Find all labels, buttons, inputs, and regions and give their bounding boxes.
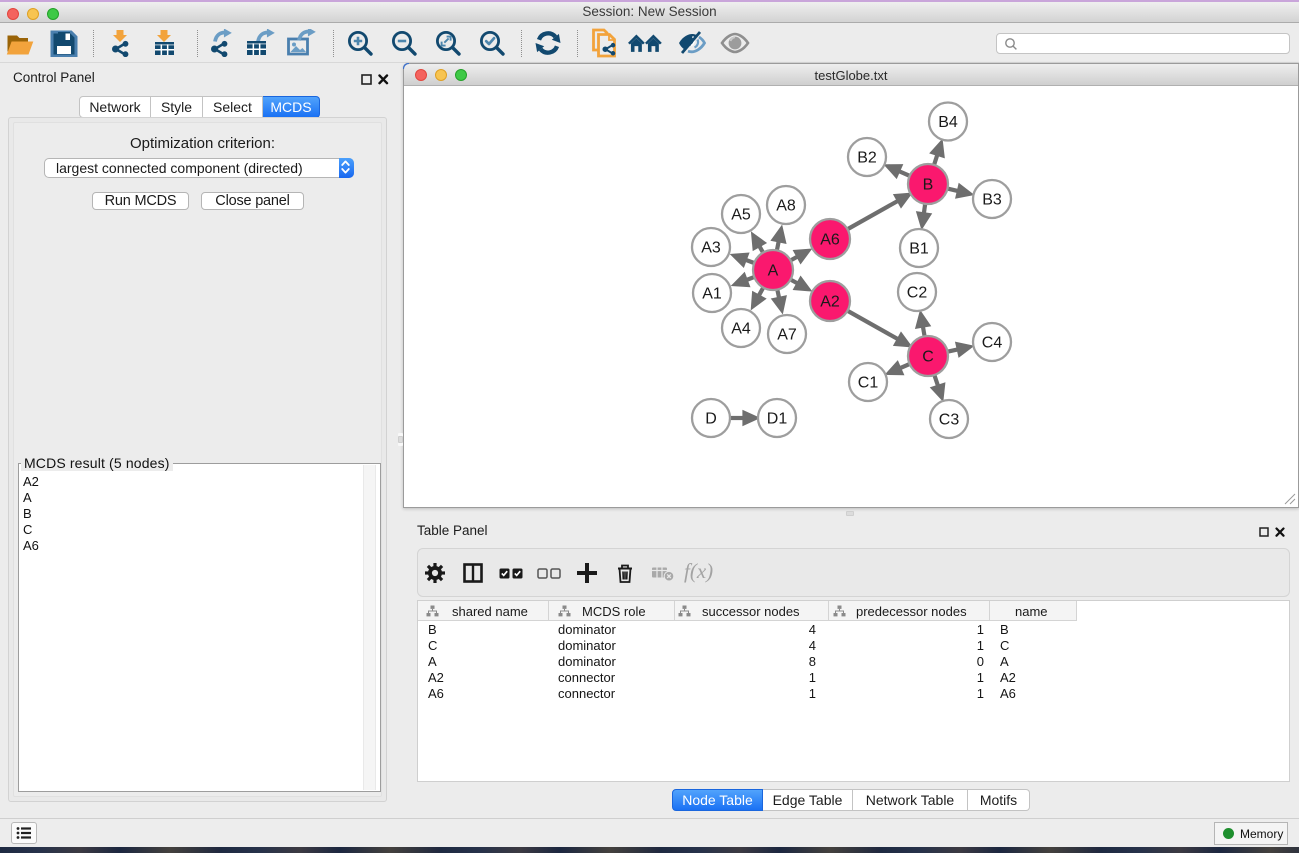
svg-text:B: B [923,177,934,194]
svg-text:B2: B2 [857,150,877,167]
svg-text:B1: B1 [909,241,929,258]
svg-text:A5: A5 [731,207,751,224]
svg-text:A4: A4 [731,321,751,338]
svg-text:B4: B4 [938,114,958,131]
svg-text:C4: C4 [982,335,1003,352]
svg-text:A7: A7 [777,327,797,344]
svg-text:A2: A2 [820,294,840,311]
svg-text:A8: A8 [776,198,796,215]
svg-text:B3: B3 [982,192,1002,209]
svg-text:C3: C3 [939,412,960,429]
svg-text:C2: C2 [907,285,928,302]
svg-text:A1: A1 [702,286,722,303]
svg-text:A6: A6 [820,232,840,249]
svg-text:A3: A3 [701,240,721,257]
svg-text:C: C [922,349,934,366]
svg-text:D: D [705,411,717,428]
svg-text:D1: D1 [767,411,788,428]
svg-text:A: A [768,263,779,280]
svg-text:C1: C1 [858,375,879,392]
